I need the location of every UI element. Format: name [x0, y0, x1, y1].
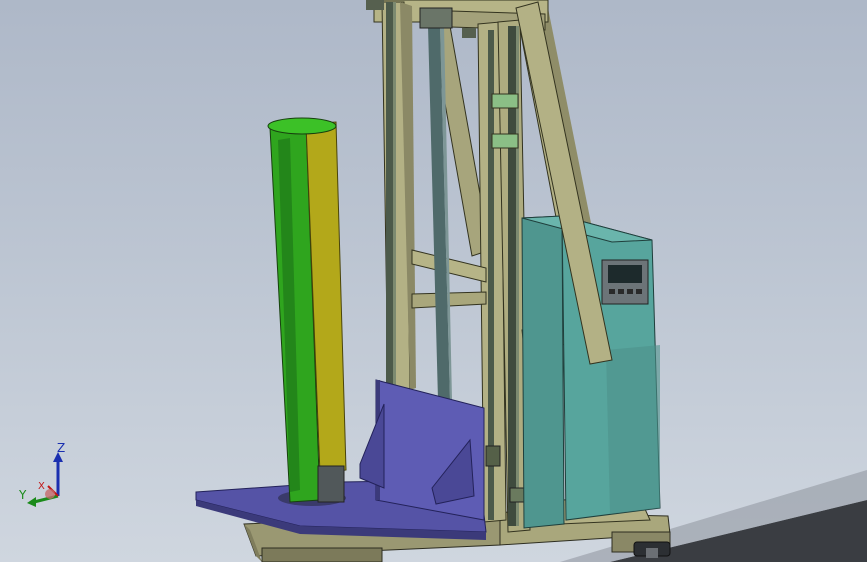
- cad-viewport[interactable]: Z Y X: [0, 0, 867, 562]
- y-axis-label: Y: [19, 488, 27, 502]
- z-axis-label: Z: [57, 441, 66, 455]
- x-axis-label: X: [38, 481, 45, 492]
- hmi-screen-icon: [601, 259, 649, 305]
- vertical-post: [267, 117, 347, 503]
- coordinate-triad: Z Y X: [14, 440, 78, 512]
- caster-wheel-right: [633, 541, 671, 558]
- machine-assembly-model[interactable]: [0, 0, 867, 562]
